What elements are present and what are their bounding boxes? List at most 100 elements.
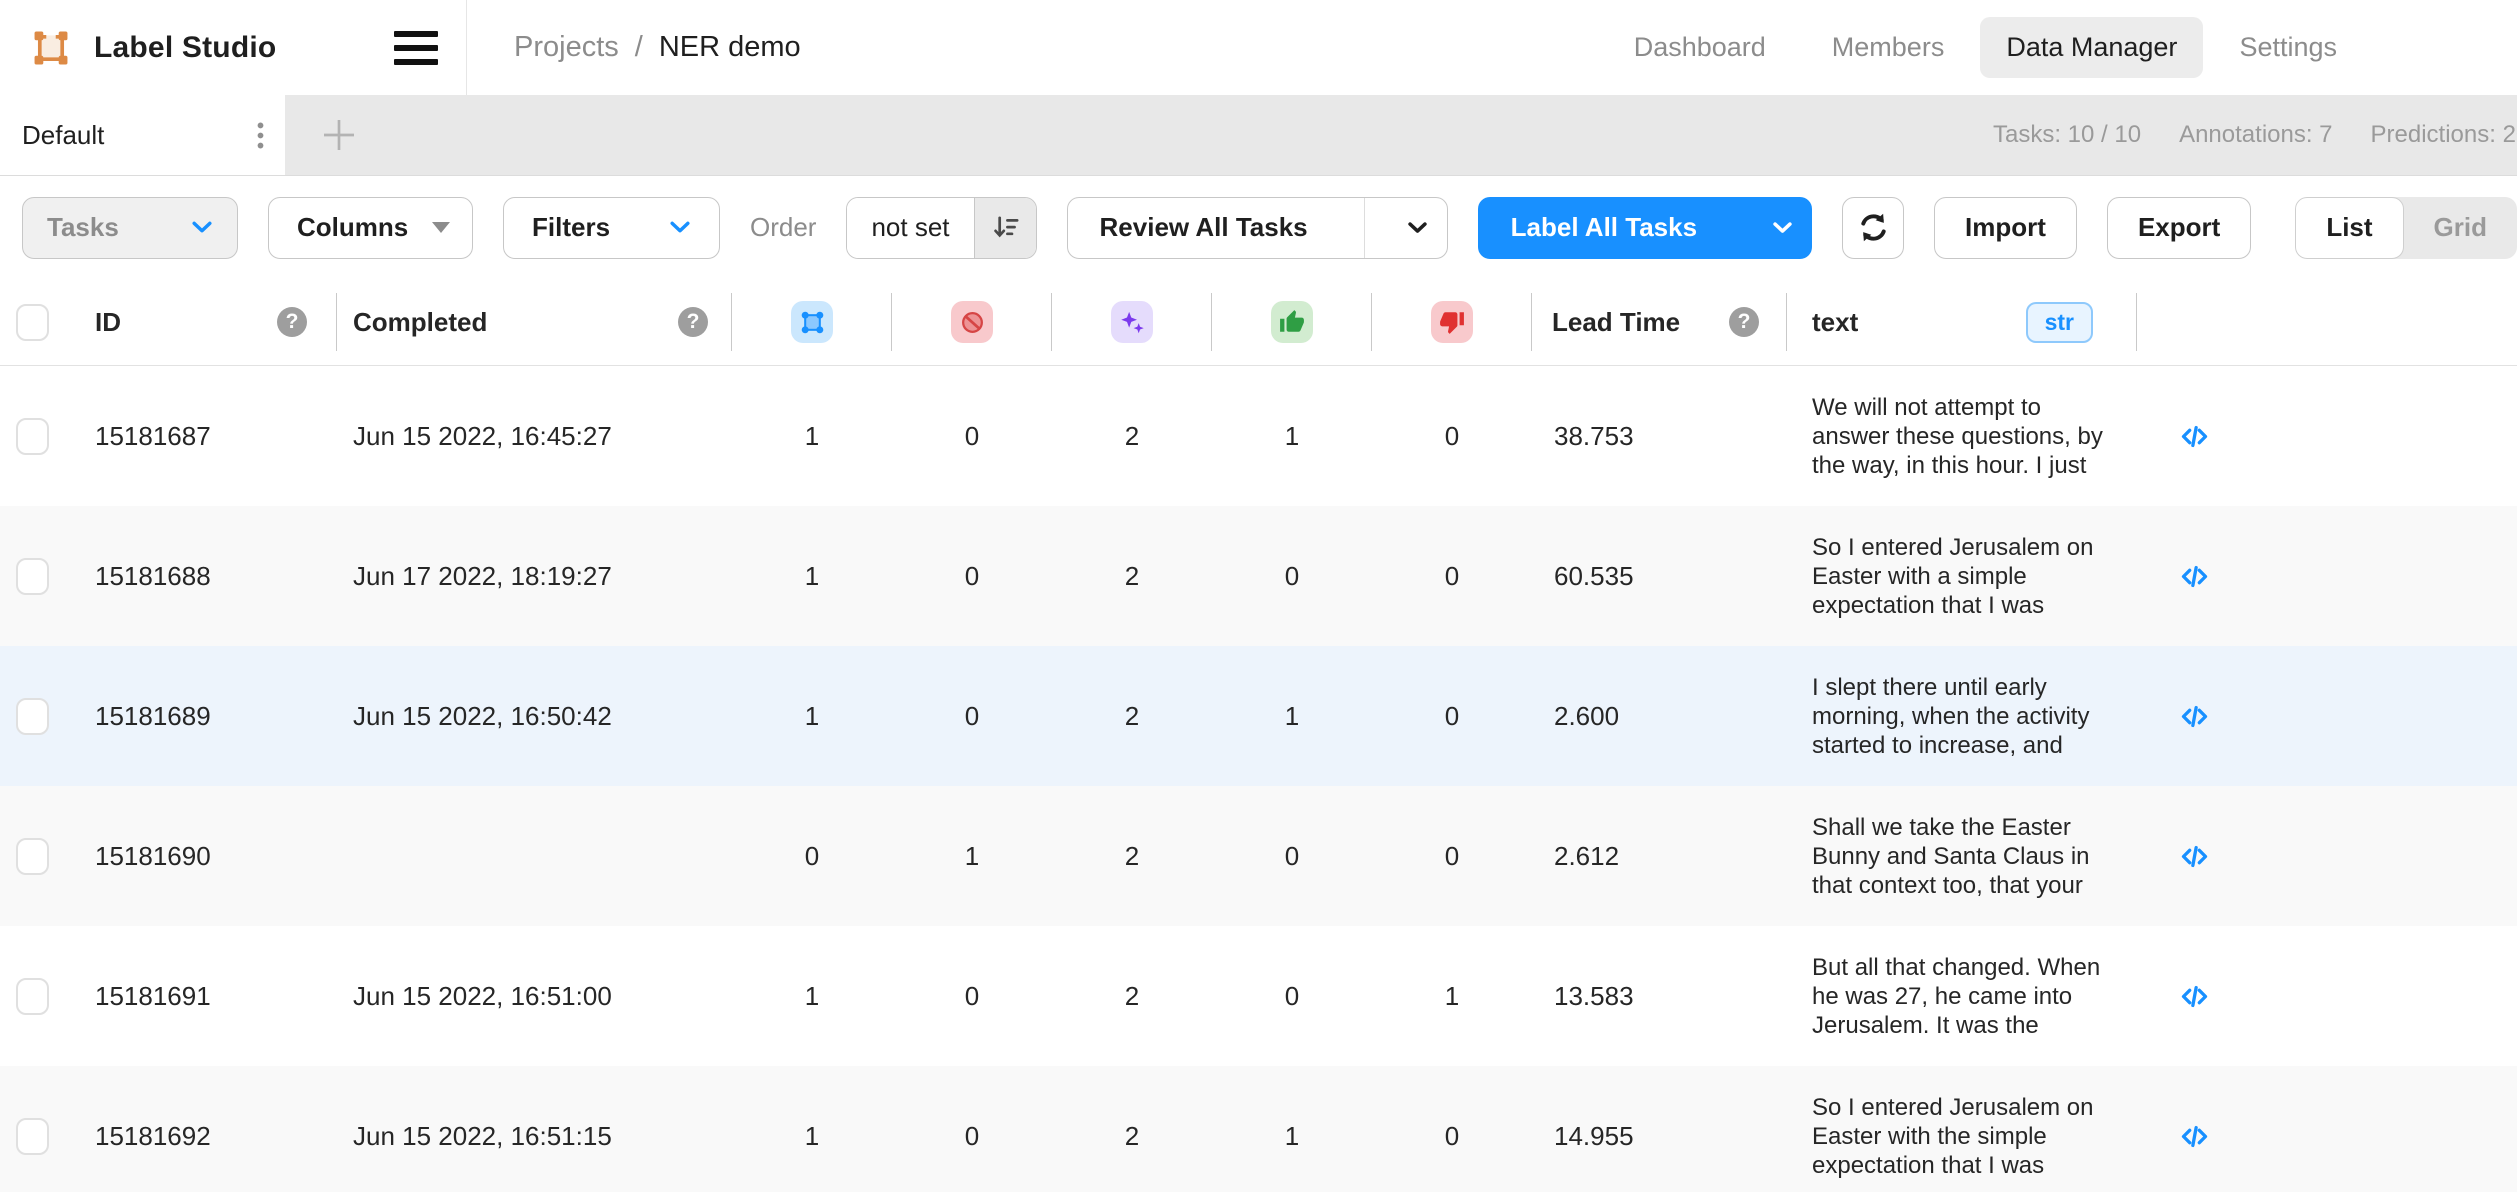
view-source-code-icon[interactable] <box>2137 786 2252 926</box>
help-icon[interactable]: ? <box>678 307 708 337</box>
filters-dropdown-button[interactable]: Filters <box>503 197 720 259</box>
nav-members[interactable]: Members <box>1822 17 1955 78</box>
cell-id: 15181692 <box>80 1066 337 1192</box>
nav-dashboard[interactable]: Dashboard <box>1624 17 1776 78</box>
sort-direction-button[interactable] <box>974 198 1036 258</box>
nav-settings[interactable]: Settings <box>2229 17 2347 78</box>
column-rejected[interactable] <box>1372 279 1532 365</box>
ordering-control[interactable]: not set <box>846 197 1036 259</box>
table-header: ID ? Completed ? <box>0 279 2517 366</box>
columns-dropdown-button[interactable]: Columns <box>268 197 473 259</box>
column-type-badge[interactable]: str <box>2026 302 2093 343</box>
cell-predictions: 2 <box>1052 366 1212 506</box>
row-checkbox[interactable] <box>16 838 49 875</box>
cell-accepted: 0 <box>1212 786 1372 926</box>
column-cancelled-annotations[interactable] <box>892 279 1052 365</box>
tasks-counter: Tasks: 10 / 10 <box>1993 121 2141 149</box>
cell-accepted: 0 <box>1212 926 1372 1066</box>
cell-predictions: 2 <box>1052 1066 1212 1192</box>
help-icon[interactable]: ? <box>277 307 307 337</box>
review-all-tasks-button[interactable]: Review All Tasks <box>1067 197 1448 259</box>
review-dropdown-toggle[interactable] <box>1389 198 1447 258</box>
chevron-down-icon <box>1772 221 1793 235</box>
cell-cancelled: 0 <box>892 926 1052 1066</box>
cell-id: 15181691 <box>80 926 337 1066</box>
cell-text: Shall we take the Easter Bunny and Santa… <box>1787 786 2137 926</box>
row-checkbox[interactable] <box>16 558 49 595</box>
export-label: Export <box>2138 212 2220 243</box>
tasks-dropdown-button[interactable]: Tasks <box>22 197 238 259</box>
view-source-code-icon[interactable] <box>2137 1066 2252 1192</box>
thumbs-up-icon[interactable] <box>1271 301 1313 343</box>
column-completed[interactable]: Completed ? <box>337 279 732 365</box>
cell-rejected: 0 <box>1372 366 1532 506</box>
table-row-highlighted[interactable]: 15181689 Jun 15 2022, 16:50:42 1 0 2 1 0… <box>0 646 2517 786</box>
select-all-checkbox[interactable] <box>16 304 49 341</box>
table-row[interactable]: 15181691 Jun 15 2022, 16:51:00 1 0 2 0 1… <box>0 926 2517 1066</box>
label-all-tasks-button[interactable]: Label All Tasks <box>1478 197 1812 259</box>
column-accepted[interactable] <box>1212 279 1372 365</box>
view-grid-button[interactable]: Grid <box>2404 197 2517 259</box>
view-source-code-icon[interactable] <box>2137 926 2252 1066</box>
predictions-sparkles-icon[interactable] <box>1111 301 1153 343</box>
column-text[interactable]: text str <box>1787 279 2137 365</box>
cell-lead-time: 14.955 <box>1532 1066 1787 1192</box>
tab-default-label: Default <box>22 120 104 151</box>
cell-text: We will not attempt to answer these ques… <box>1787 366 2137 506</box>
annotations-count-icon[interactable] <box>791 301 833 343</box>
cell-rejected: 0 <box>1372 506 1532 646</box>
view-list-button[interactable]: List <box>2295 197 2403 259</box>
column-lead-time[interactable]: Lead Time ? <box>1532 279 1787 365</box>
review-all-tasks-label: Review All Tasks <box>1068 212 1340 243</box>
tab-default[interactable]: Default <box>0 95 285 175</box>
cell-lead-time: 60.535 <box>1532 506 1787 646</box>
refresh-button[interactable] <box>1842 197 1904 259</box>
cell-cancelled: 1 <box>892 786 1052 926</box>
column-source <box>2137 279 2252 365</box>
row-checkbox[interactable] <box>16 1118 49 1155</box>
table-row[interactable]: 15181687 Jun 15 2022, 16:45:27 1 0 2 1 0… <box>0 366 2517 506</box>
thumbs-down-icon[interactable] <box>1431 301 1473 343</box>
cell-text: But all that changed. When he was 27, he… <box>1787 926 2137 1066</box>
breadcrumb: Projects / NER demo <box>514 31 801 64</box>
cell-rejected: 0 <box>1372 646 1532 786</box>
help-icon[interactable]: ? <box>1729 307 1759 337</box>
cell-annotations: 1 <box>732 1066 892 1192</box>
cell-completed: Jun 17 2022, 18:19:27 <box>337 506 732 646</box>
view-source-code-icon[interactable] <box>2137 506 2252 646</box>
breadcrumb-projects-link[interactable]: Projects <box>514 31 619 64</box>
breadcrumb-current-project: NER demo <box>659 31 801 64</box>
column-annotations[interactable] <box>732 279 892 365</box>
chevron-down-icon <box>191 220 213 235</box>
brand: Label Studio <box>0 27 276 69</box>
ordering-value[interactable]: not set <box>847 198 973 258</box>
refresh-icon <box>1856 210 1891 245</box>
export-button[interactable]: Export <box>2107 197 2251 259</box>
tab-options-kebab-icon[interactable] <box>256 121 265 150</box>
import-button[interactable]: Import <box>1934 197 2077 259</box>
table-row[interactable]: 15181692 Jun 15 2022, 16:51:15 1 0 2 1 0… <box>0 1066 2517 1192</box>
view-source-code-icon[interactable] <box>2137 646 2252 786</box>
cell-predictions: 2 <box>1052 646 1212 786</box>
table-row[interactable]: 15181690 0 1 2 0 0 2.612 Shall we take t… <box>0 786 2517 926</box>
row-checkbox[interactable] <box>16 418 49 455</box>
column-id[interactable]: ID ? <box>80 279 337 365</box>
sort-descending-icon <box>990 212 1021 243</box>
label-dropdown-toggle[interactable] <box>1753 198 1811 258</box>
cancelled-annotations-icon[interactable] <box>951 301 993 343</box>
table-row[interactable]: 15181688 Jun 17 2022, 18:19:27 1 0 2 0 0… <box>0 506 2517 646</box>
cell-text: So I entered Jerusalem on Easter with a … <box>1787 506 2137 646</box>
view-source-code-icon[interactable] <box>2137 366 2252 506</box>
cell-lead-time: 13.583 <box>1532 926 1787 1066</box>
cell-text: So I entered Jerusalem on Easter with th… <box>1787 1066 2137 1192</box>
row-checkbox[interactable] <box>16 698 49 735</box>
column-predictions[interactable] <box>1052 279 1212 365</box>
cell-completed <box>337 786 732 926</box>
menubar-divider <box>466 0 467 95</box>
chevron-down-icon <box>1407 221 1428 235</box>
row-checkbox[interactable] <box>16 978 49 1015</box>
nav-data-manager[interactable]: Data Manager <box>1980 17 2203 78</box>
add-tab-plus-icon[interactable] <box>319 115 359 155</box>
main-menu-icon[interactable] <box>394 0 454 95</box>
cell-rejected: 0 <box>1372 1066 1532 1192</box>
